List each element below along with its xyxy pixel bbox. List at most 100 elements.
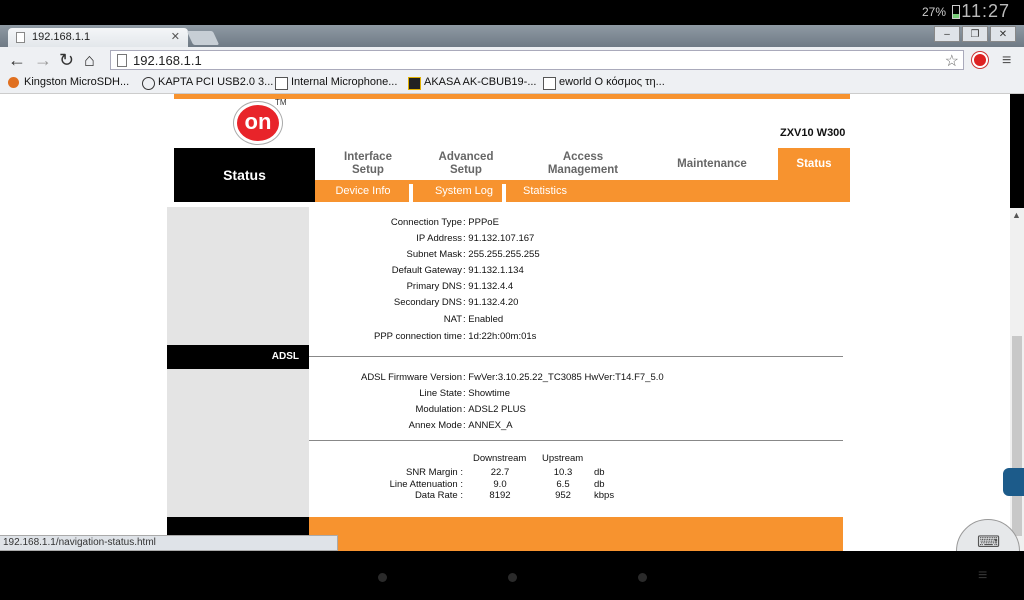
stats-down: 22.7 (490, 467, 510, 478)
row-value: Showtime (468, 388, 510, 399)
keyboard-icon: ⌨ (977, 534, 1001, 551)
row-label: Connection Type (390, 217, 462, 228)
row-label: Secondary DNS (393, 297, 462, 308)
sub-navigation: Device Info System Log Statistics (315, 180, 850, 202)
close-tab-icon[interactable]: ✕ (171, 30, 180, 43)
row-value: 91.132.4.4 (468, 281, 514, 292)
back-arrow-icon[interactable]: ← (8, 50, 26, 70)
stats-label: SNR Margin : (405, 467, 463, 478)
bookmark-item[interactable]: KAPTA PCI USB2.0 3... (142, 76, 273, 90)
bookmark-item[interactable]: AKASA AK-CBUB19-... (408, 76, 537, 90)
side-panel-handle[interactable] (1003, 468, 1024, 496)
row-value: PPPoE (468, 217, 499, 228)
clock: 11:27 (961, 1, 1010, 21)
overflow-menu-icon[interactable]: ≡ (978, 567, 987, 585)
forward-arrow-icon[interactable]: → (34, 50, 52, 70)
system-status-bar: 27% 11:27 (0, 0, 1024, 25)
nav-interface-setup[interactable]: Interface Setup (333, 151, 403, 177)
router-model: ZXV10 W300 (780, 127, 846, 139)
home-icon[interactable]: ⌂ (84, 50, 95, 70)
stats-label: Data Rate : (414, 490, 463, 501)
bookmark-favicon-icon (142, 77, 155, 90)
left-column (167, 207, 309, 551)
row-value: 91.132.4.20 (468, 297, 519, 308)
bookmark-favicon-icon (408, 77, 421, 90)
nav-back-icon[interactable] (378, 573, 387, 582)
row-label: Annex Mode (408, 420, 462, 431)
reload-icon[interactable]: ↻ (59, 50, 74, 70)
bookmark-item[interactable]: Kingston MicroSDH... (8, 76, 129, 88)
nav-advanced-setup[interactable]: Advanced Setup (433, 151, 499, 177)
scrollbar-thumb[interactable] (1012, 336, 1022, 536)
page-icon (543, 77, 556, 90)
content-footer (309, 517, 843, 551)
trademark-mark: TM (275, 98, 287, 107)
row-value: 91.132.1.134 (468, 265, 524, 276)
on-logo: on (234, 102, 282, 144)
row-value: 91.132.107.167 (468, 233, 535, 244)
stats-label: Line Attenuation : (389, 479, 463, 490)
nav-recents-icon[interactable] (638, 573, 647, 582)
link-status-url: 192.168.1.1/navigation-status.html (0, 535, 338, 551)
android-navigation-bar: ≡ (0, 551, 1024, 600)
stats-header-downstream: Downstream (473, 453, 527, 464)
row-label: PPP connection time (373, 331, 462, 342)
stats-up: 6.5 (556, 479, 570, 490)
window-controls: – ❐ ✕ (934, 26, 1016, 42)
battery-percentage: 27% (921, 5, 946, 19)
address-bar[interactable]: 192.168.1.1 ☆ (110, 50, 964, 70)
row-value: ADSL2 PLUS (468, 404, 526, 415)
web-page: on TM ZXV10 W300 Status Interface Setup … (0, 94, 1010, 551)
battery-icon (952, 5, 960, 19)
row-label: ADSL Firmware Version (360, 372, 462, 383)
bookmark-item[interactable]: eworld Ο κόσμος τη... (543, 76, 665, 90)
stats-up: 10.3 (553, 467, 573, 478)
tab-title: 192.168.1.1 (32, 31, 91, 43)
subnav-statistics[interactable]: Statistics (513, 180, 577, 202)
row-value: Enabled (468, 314, 504, 325)
row-label: Primary DNS (406, 281, 462, 292)
nav-maintenance[interactable]: Maintenance (667, 158, 757, 171)
nav-home-icon[interactable] (508, 573, 517, 582)
stats-header-upstream: Upstream (542, 453, 584, 464)
bookmarks-bar: Kingston MicroSDH... KAPTA PCI USB2.0 3.… (0, 73, 1024, 94)
subnav-divider (502, 184, 506, 202)
bookmark-favicon-icon (8, 77, 19, 88)
row-value: FwVer:3.10.25.22_TC3085 HwVer:T14.F7_5.0 (468, 372, 664, 383)
close-window-icon[interactable]: ✕ (990, 26, 1016, 42)
stats-unit: db (594, 479, 605, 490)
minimize-icon[interactable]: – (934, 26, 960, 42)
row-label: Subnet Mask (406, 249, 462, 260)
page-icon (275, 77, 288, 90)
extension-icon[interactable] (972, 52, 988, 68)
adsl-section-label: ADSL (167, 345, 309, 369)
page-icon (16, 32, 25, 43)
row-label: Default Gateway (391, 265, 462, 276)
nav-access-management[interactable]: Access Management (537, 151, 629, 177)
subnav-divider (409, 184, 413, 202)
main-navigation: Interface Setup Advanced Setup Access Ma… (315, 148, 850, 180)
row-label: NAT (443, 314, 462, 325)
menu-icon[interactable]: ≡ (1002, 52, 1011, 70)
page-title: Status (174, 148, 315, 202)
row-label: Line State (419, 388, 462, 399)
bookmark-item[interactable]: Internal Microphone... (275, 76, 397, 90)
stats-down: 8192 (489, 490, 511, 501)
subnav-device-info[interactable]: Device Info (325, 180, 401, 202)
restore-icon[interactable]: ❐ (962, 26, 988, 42)
page-scrollbar[interactable]: ▲ (1010, 208, 1024, 551)
nav-status[interactable]: Status (778, 148, 850, 180)
row-label: IP Address (416, 233, 462, 244)
stats-up: 952 (555, 490, 571, 501)
bookmark-star-icon[interactable]: ☆ (945, 51, 959, 71)
stats-unit: kbps (594, 490, 615, 501)
row-value: ANNEX_A (468, 420, 513, 431)
stats-down: 9.0 (493, 479, 507, 490)
subnav-system-log[interactable]: System Log (421, 180, 507, 202)
page-icon (117, 54, 127, 67)
divider (309, 356, 843, 357)
browser-tab[interactable]: 192.168.1.1 ✕ (8, 28, 188, 47)
scroll-up-icon[interactable]: ▲ (1012, 210, 1021, 220)
row-value: 1d:22h:00m:01s (468, 331, 537, 342)
address-text: 192.168.1.1 (133, 53, 202, 68)
